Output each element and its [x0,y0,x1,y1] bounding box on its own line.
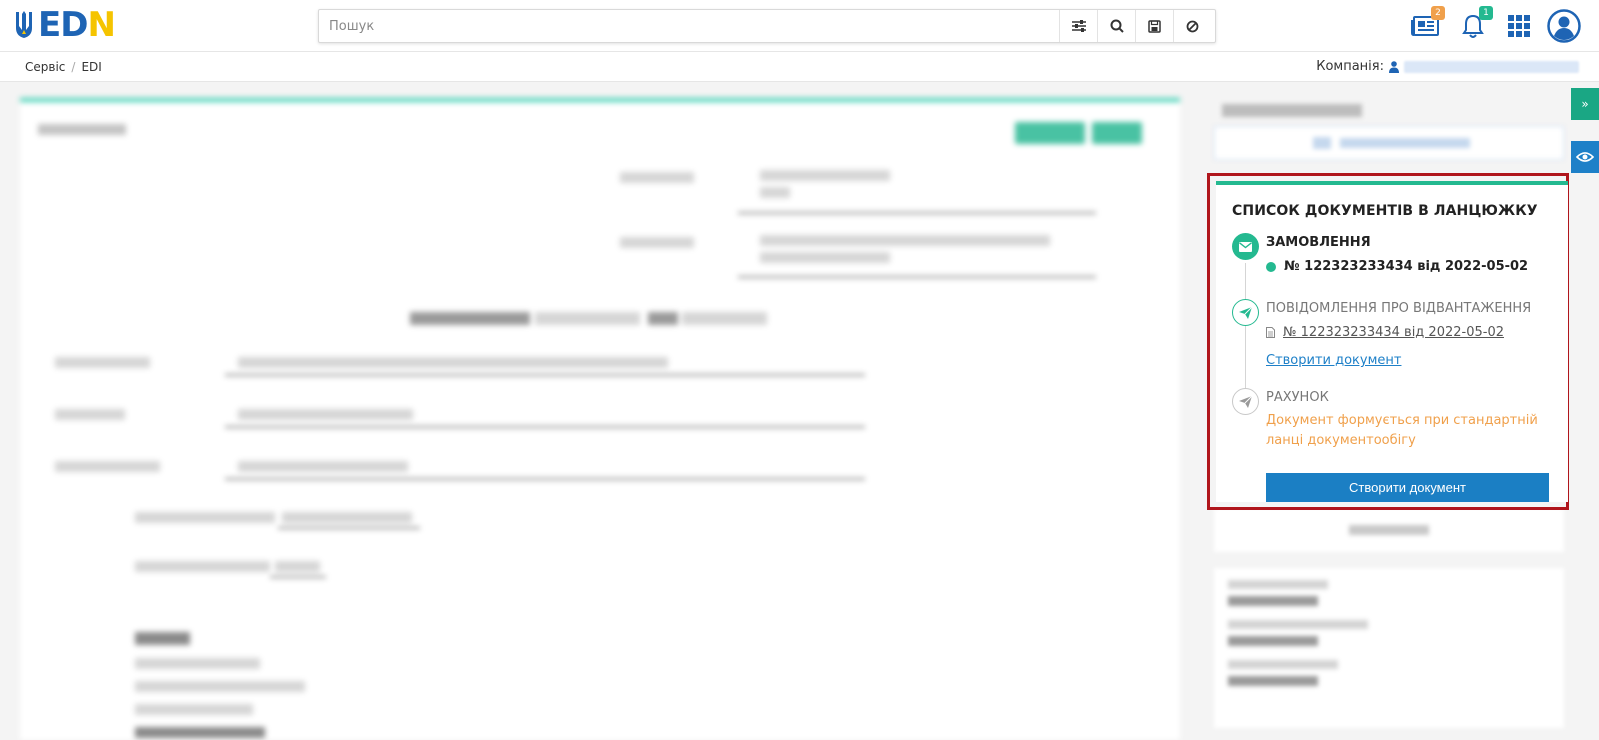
despatch-step-title: ПОВІДОМЛЕННЯ ПРО ВІДВАНТАЖЕННЯ [1266,301,1532,316]
apps-button[interactable] [1501,8,1537,44]
field-underline [270,576,326,578]
double-chevron-right-icon: » [1581,97,1589,111]
document-icon [1266,327,1275,338]
field-value-blurred [238,461,408,472]
invoice-step-icon [1232,388,1259,415]
breadcrumb-item-service[interactable]: Сервіс [25,60,65,74]
find-transport-button-blurred[interactable] [1214,126,1564,160]
order-title-blurred [38,124,126,135]
search-input[interactable] [329,10,1059,42]
order-number-value-blurred [535,312,640,325]
despatch-document-link[interactable]: № 122323233434 від 2022-05-02 [1283,325,1504,340]
save-search-button[interactable] [1135,10,1173,42]
action-button-blurred[interactable] [1092,122,1142,144]
company-value-blurred[interactable] [1404,60,1579,73]
clear-search-button[interactable] [1173,10,1211,42]
current-document-dot [1266,261,1276,272]
order-number-label-blurred [410,312,530,325]
field-value-blurred [282,512,412,523]
edin-logo[interactable]: EDN [14,5,116,45]
breadcrumb-item-edi[interactable]: EDI [81,60,101,74]
field-value-blurred [238,357,668,368]
document-chain-panel: СПИСОК ДОКУМЕНТІВ В ЛАНЦЮЖКУ ЗАМОВЛЕННЯ … [1216,181,1568,502]
field-label-blurred [55,409,125,420]
field-value-blurred [760,252,890,263]
order-date-label-blurred [648,312,678,325]
top-header: EDN 2 1 [0,0,1599,52]
field-label-blurred [55,461,160,472]
transport-title-blurred [1222,104,1362,117]
expand-panel-tab[interactable]: » [1571,88,1599,120]
sliders-icon [1071,20,1086,32]
search-icon [1110,19,1124,33]
order-step-icon [1232,233,1259,260]
chain-timeline-line [1245,263,1246,403]
summary-line-blurred [135,704,253,715]
search-button[interactable] [1097,10,1135,42]
order-step-title: ЗАМОВЛЕННЯ [1266,235,1371,250]
envelope-icon [1239,241,1252,252]
eye-icon [1576,152,1594,162]
field-underline [225,426,865,428]
breadcrumb-bar: Сервіс / EDI Компанія: [0,52,1599,82]
company-label: Компанія: [1316,59,1384,74]
field-label-blurred [620,172,694,183]
view-toggle-tab[interactable] [1571,141,1599,173]
order-card [20,98,1180,740]
order-date-value-blurred [682,312,767,325]
despatch-step-icon [1232,299,1259,326]
despatch-document-row[interactable]: № 122323233434 від 2022-05-02 [1266,325,1504,340]
field-underline [225,478,865,480]
create-invoice-button[interactable]: Створити документ [1266,473,1549,502]
filter-sliders-button[interactable] [1059,10,1097,42]
field-value-blurred [238,409,413,420]
summary-line-blurred [135,681,305,692]
dates-card-blurred [1214,568,1564,728]
field-value-blurred [275,561,320,572]
order-document-number: № 122323233434 від 2022-05-02 [1284,259,1529,274]
notifications-button[interactable]: 1 [1455,6,1493,44]
invoice-step-title: РАХУНОК [1266,390,1329,405]
summary-title-blurred [135,632,190,645]
user-icon [1389,60,1399,73]
paper-plane-icon [1239,395,1252,408]
news-count-badge: 2 [1431,6,1445,20]
invoice-warning-text: Документ формується при стандартній ланц… [1266,413,1538,448]
grid-icon [1508,15,1530,37]
breadcrumb-separator: / [71,60,76,74]
paper-plane-icon [1239,306,1252,319]
field-label-blurred [620,237,694,248]
create-despatch-link[interactable]: Створити документ [1266,353,1401,368]
field-underline [225,374,865,376]
search-bar [318,9,1216,43]
summary-line-blurred [135,658,260,669]
ban-icon [1186,20,1199,32]
order-form-blurred [20,98,1180,740]
user-avatar-icon [1547,9,1581,43]
chain-title: СПИСОК ДОКУМЕНТІВ В ЛАНЦЮЖКУ [1232,203,1538,219]
field-value-blurred [760,170,890,181]
summary-line-blurred [135,727,265,738]
company-selector[interactable]: Компанія: [1316,59,1579,74]
field-label-blurred [55,357,150,368]
field-underline [738,276,1096,278]
breadcrumb: Сервіс / EDI [25,60,102,74]
field-label-blurred [135,561,270,572]
floppy-icon [1148,19,1161,33]
action-button-blurred[interactable] [1015,122,1085,144]
logo-text: EDN [38,5,116,45]
notifications-count-badge: 1 [1479,6,1493,20]
trident-icon [16,11,32,38]
user-profile-button[interactable] [1546,8,1582,44]
field-value-blurred [760,187,790,198]
field-label-blurred [135,512,275,523]
field-value-blurred [760,235,1050,246]
news-button[interactable]: 2 [1407,6,1445,44]
field-underline [278,527,420,529]
order-document-row: № 122323233434 від 2022-05-02 [1266,259,1528,274]
attach-card-blurred [1214,508,1564,552]
field-underline [738,212,1096,214]
